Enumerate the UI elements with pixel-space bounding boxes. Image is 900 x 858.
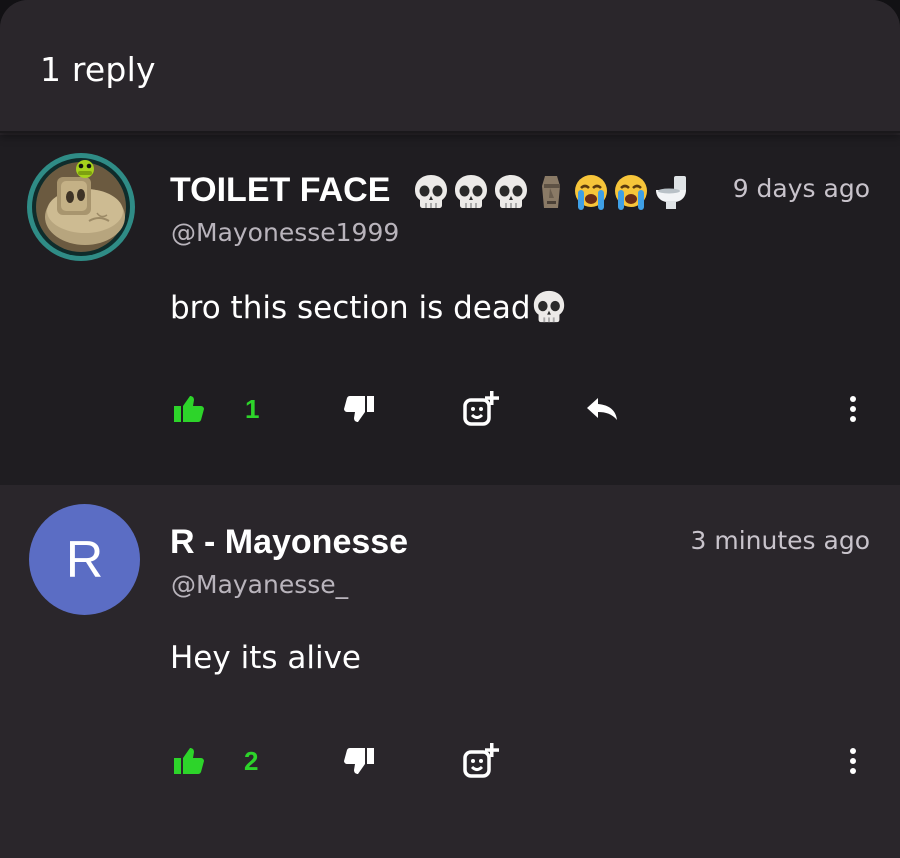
like-count: 1: [245, 394, 260, 424]
skull-emoji: [533, 290, 564, 323]
add-reaction-button[interactable]: [458, 736, 502, 786]
skull-emoji: [414, 175, 447, 209]
thumbs-up-icon: [174, 748, 204, 774]
loudly-crying-emoji: [574, 175, 607, 211]
comment-author-name[interactable]: R - Mayonesse: [170, 523, 408, 562]
thumbs-down-icon: [344, 748, 374, 774]
comment-text: bro this section is dead: [170, 288, 567, 326]
more-vertical-icon: [850, 396, 856, 422]
reply-comment: R R - Mayonesse @Mayanesse_ 3 minutes ag…: [0, 485, 900, 858]
reply-button[interactable]: [582, 384, 622, 434]
comment-author-name[interactable]: TOILET FACE: [170, 171, 690, 212]
like-button[interactable]: [168, 384, 208, 434]
comment-author-handle[interactable]: @Mayanesse_: [171, 570, 348, 599]
replies-header: 1 reply: [0, 0, 900, 133]
author-name-text: TOILET FACE: [170, 171, 391, 209]
toilet-emoji: [655, 176, 686, 210]
replies-count-title: 1 reply: [40, 50, 156, 89]
comment-timestamp: 3 minutes ago: [690, 526, 870, 555]
avatar-letter: R: [65, 530, 104, 589]
thumbs-down-icon: [344, 396, 374, 422]
like-button[interactable]: [168, 736, 208, 786]
reply-icon: [587, 398, 617, 420]
avatar[interactable]: R: [29, 504, 140, 615]
comment-actions: 2: [0, 736, 900, 786]
comment-text-content: bro this section is dead: [170, 290, 531, 326]
more-vertical-icon: [850, 748, 856, 774]
comment-author-handle[interactable]: @Mayonesse1999: [171, 218, 399, 247]
dislike-button[interactable]: [340, 384, 380, 434]
replies-sheet: 1 reply TOILET FACE @Mayonesse1999 9 day…: [0, 0, 900, 858]
avatar[interactable]: [25, 151, 137, 263]
add-reaction-icon: [463, 391, 499, 426]
skull-emoji: [454, 175, 487, 209]
comment-timestamp: 9 days ago: [732, 174, 870, 203]
like-count: 2: [244, 746, 259, 776]
parent-comment: TOILET FACE @Mayonesse1999 9 days ago br…: [0, 135, 900, 485]
add-reaction-icon: [463, 743, 499, 778]
skull-emoji: [494, 175, 527, 209]
add-reaction-button[interactable]: [458, 384, 502, 434]
thumbs-up-icon: [174, 396, 204, 422]
loudly-crying-emoji: [614, 175, 647, 211]
moai-emoji: [541, 176, 560, 209]
name-emojis: [412, 172, 690, 212]
more-options-button[interactable]: [838, 736, 868, 786]
comment-text: Hey its alive: [170, 640, 361, 676]
comment-actions: 1: [0, 384, 900, 434]
more-options-button[interactable]: [838, 384, 868, 434]
dislike-button[interactable]: [340, 736, 380, 786]
